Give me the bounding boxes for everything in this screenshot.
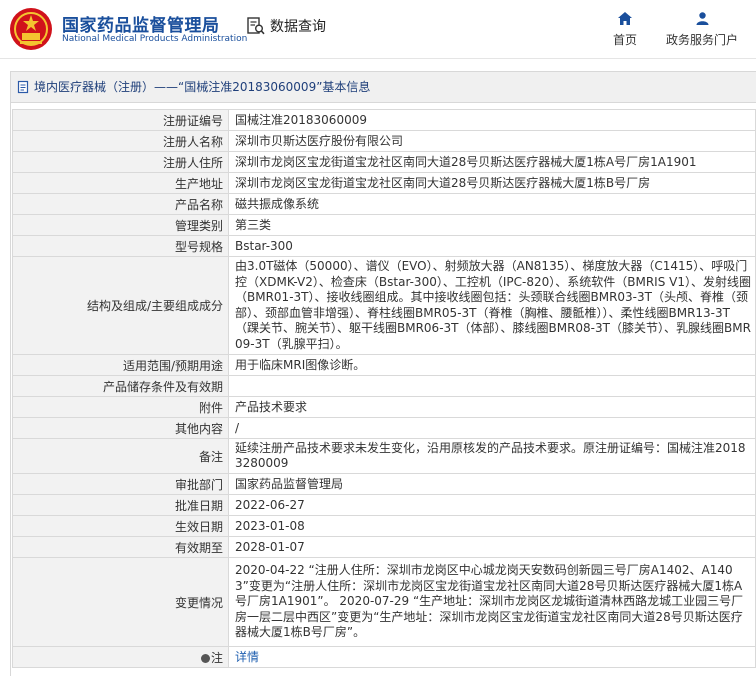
nav-service-label: 政务服务门户 <box>665 33 738 47</box>
table-row: 适用范围/预期用途 用于临床MRI图像诊断。 <box>12 354 756 376</box>
table-row: 生效日期 2023-01-08 <box>12 515 756 537</box>
row-label: 审批部门 <box>12 473 229 495</box>
row-value: 深圳市龙岗区宝龙街道宝龙社区南同大道28号贝斯达医疗器械大厦1栋B号厂房 <box>228 172 756 194</box>
row-label: 附件 <box>12 396 229 418</box>
row-label: 适用范围/预期用途 <box>12 354 229 376</box>
home-icon <box>618 12 632 25</box>
row-label: 生产地址 <box>12 172 229 194</box>
row-label: 注册人住所 <box>12 151 229 173</box>
table-row: 结构及组成/主要组成成分 由3.0T磁体（50000）、谱仪（EVO）、射频放大… <box>12 256 756 355</box>
row-value: 由3.0T磁体（50000）、谱仪（EVO）、射频放大器（AN8135）、梯度放… <box>228 256 756 355</box>
table-row: 生产地址 深圳市龙岗区宝龙街道宝龙社区南同大道28号贝斯达医疗器械大厦1栋B号厂… <box>12 172 756 194</box>
row-value: 产品技术要求 <box>228 396 756 418</box>
row-label: 注册证编号 <box>12 109 229 131</box>
details-link[interactable]: 详情 <box>235 650 259 664</box>
row-label: 生效日期 <box>12 515 229 537</box>
row-label: 型号规格 <box>12 235 229 257</box>
header-divider <box>0 58 756 59</box>
row-value: 国械注准20183060009 <box>228 109 756 131</box>
user-icon <box>696 12 708 25</box>
row-label: 备注 <box>12 438 229 474</box>
row-value: 磁共振成像系统 <box>228 193 756 215</box>
panel-title: 境内医疗器械（注册）——“国械注准20183060009”基本信息 <box>34 79 371 94</box>
table-row: 管理类别 第三类 <box>12 214 756 236</box>
row-label: 产品名称 <box>12 193 229 215</box>
row-value: 延续注册产品技术要求未发生变化，沿用原核发的产品技术要求。原注册证编号：国械注准… <box>228 438 756 474</box>
table-row: 型号规格 Bstar-300 <box>12 235 756 257</box>
row-value: / <box>228 417 756 439</box>
row-value: 深圳市龙岗区宝龙街道宝龙社区南同大道28号贝斯达医疗器械大厦1栋A号厂房1A19… <box>228 151 756 173</box>
table-row: 注册人名称 深圳市贝斯达医疗股份有限公司 <box>12 130 756 152</box>
table-row: 备注 延续注册产品技术要求未发生变化，沿用原核发的产品技术要求。原注册证编号：国… <box>12 438 756 474</box>
row-label: 注册人名称 <box>12 130 229 152</box>
site-brand-subtitle[interactable]: National Medical Products Administration <box>62 34 247 44</box>
nav-service-portal[interactable]: 政务服务门户 <box>660 12 744 48</box>
row-value: 2028-01-07 <box>228 536 756 558</box>
document-icon <box>17 80 29 94</box>
table-row: 审批部门 国家药品监督管理局 <box>12 473 756 495</box>
table-row: 产品名称 磁共振成像系统 <box>12 193 756 215</box>
row-label: 管理类别 <box>12 214 229 236</box>
note-label: 注 <box>210 650 223 665</box>
table-row: 附件 产品技术要求 <box>12 396 756 418</box>
panel-title-bar: 境内医疗器械（注册）——“国械注准20183060009”基本信息 <box>11 72 756 103</box>
row-value: 用于临床MRI图像诊断。 <box>228 354 756 376</box>
row-label: 结构及组成/主要组成成分 <box>12 256 229 355</box>
row-value: 详情 <box>228 646 756 668</box>
note-row-label: 注 <box>12 646 229 668</box>
row-label: 有效期至 <box>12 536 229 558</box>
national-emblem-logo[interactable] <box>8 6 54 52</box>
table-row: 产品储存条件及有效期 <box>12 375 756 397</box>
table-row: 变更情况 2020-04-22 “注册人住所：深圳市龙岗区中心城龙岗天安数码创新… <box>12 557 756 647</box>
table-row: 注 详情 <box>12 646 756 668</box>
table-row: 注册人住所 深圳市龙岗区宝龙街道宝龙社区南同大道28号贝斯达医疗器械大厦1栋A号… <box>12 151 756 173</box>
site-header: 国家药品监督管理局 National Medical Products Admi… <box>0 0 756 58</box>
table-row: 有效期至 2028-01-07 <box>12 536 756 558</box>
row-value <box>228 375 756 397</box>
table-row: 其他内容 / <box>12 417 756 439</box>
row-value: 2020-04-22 “注册人住所：深圳市龙岗区中心城龙岗天安数码创新园三号厂房… <box>228 557 756 647</box>
nav-home[interactable]: 首页 <box>607 12 643 48</box>
row-label: 产品储存条件及有效期 <box>12 375 229 397</box>
row-value: 国家药品监督管理局 <box>228 473 756 495</box>
row-value: 第三类 <box>228 214 756 236</box>
row-value: Bstar-300 <box>228 235 756 257</box>
row-label: 变更情况 <box>12 557 229 647</box>
document-search-icon <box>247 17 265 35</box>
data-query-label: 数据查询 <box>270 19 326 35</box>
table-row: 批准日期 2022-06-27 <box>12 494 756 516</box>
nav-home-label: 首页 <box>612 33 637 47</box>
data-query-link[interactable]: 数据查询 <box>246 15 326 37</box>
table-row: 注册证编号 国械注准20183060009 <box>12 109 756 131</box>
row-value: 2022-06-27 <box>228 494 756 516</box>
site-brand-title[interactable]: 国家药品监督管理局 <box>62 11 220 36</box>
row-label: 其他内容 <box>12 417 229 439</box>
row-label: 批准日期 <box>12 494 229 516</box>
bulb-icon <box>200 653 210 663</box>
row-value: 深圳市贝斯达医疗股份有限公司 <box>228 130 756 152</box>
registration-detail-table: 注册证编号 国械注准20183060009 注册人名称 深圳市贝斯达医疗股份有限… <box>12 109 756 668</box>
row-value: 2023-01-08 <box>228 515 756 537</box>
